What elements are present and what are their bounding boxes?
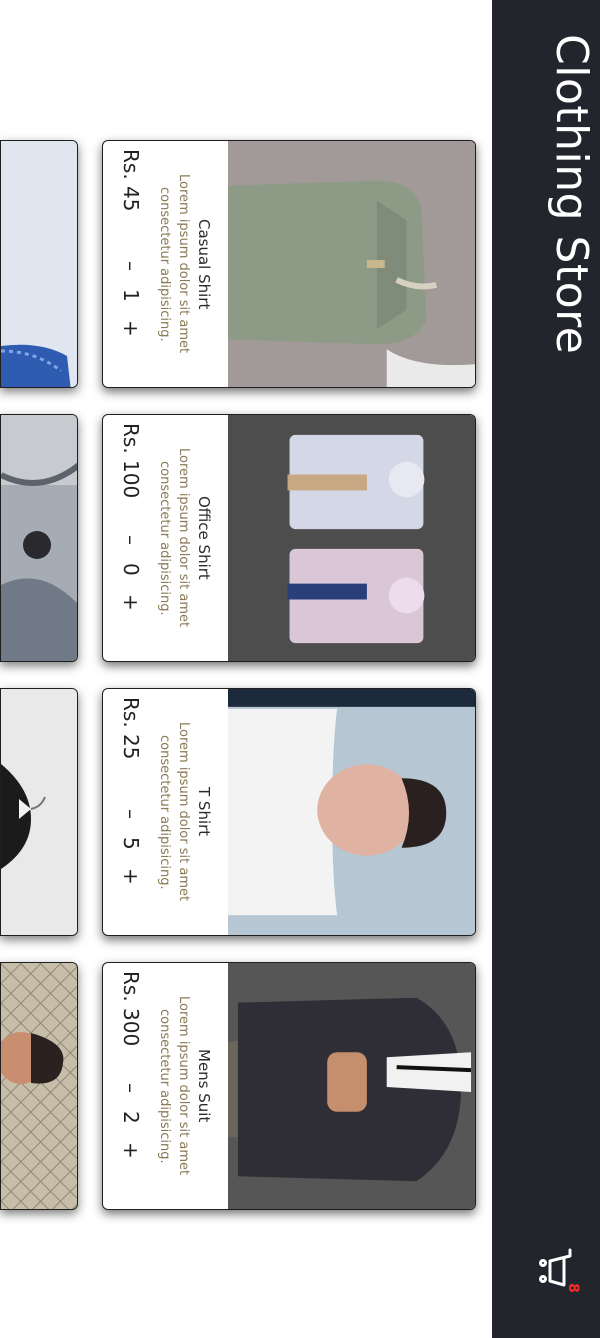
product-name: Mens Suit — [195, 1049, 213, 1123]
product-image-partial — [0, 688, 78, 936]
product-info: T Shirt Lorem ipsum dolor sit amet conse… — [103, 689, 227, 935]
product-card[interactable]: T Shirt Lorem ipsum dolor sit amet conse… — [102, 688, 476, 936]
product-image-partial — [0, 962, 78, 1210]
product-price: Rs. 100 — [119, 423, 143, 499]
product-image-partial — [0, 140, 78, 388]
product-card[interactable]: Casual Shirt Lorem ipsum dolor sit amet … — [102, 140, 476, 388]
casual-shirt-image — [228, 141, 475, 387]
quantity-stepper: – 0 + — [119, 535, 143, 611]
increase-button[interactable]: + — [119, 1142, 143, 1159]
page-title: Clothing Store — [546, 34, 597, 355]
quantity-value: 2 — [119, 1111, 143, 1125]
mens-suit-image — [228, 963, 475, 1209]
product-description: Lorem ipsum dolor sit amet consectetur a… — [157, 996, 191, 1176]
product-price: Rs. 45 — [119, 149, 143, 212]
quantity-value: 1 — [119, 289, 143, 303]
increase-button[interactable]: + — [119, 320, 143, 337]
product-description: Lorem ipsum dolor sit amet consectetur a… — [157, 174, 191, 354]
product-name: T Shirt — [195, 787, 213, 837]
decrease-button[interactable]: – — [119, 261, 143, 271]
increase-button[interactable]: + — [119, 868, 143, 885]
product-card[interactable]: Office Shirt Lorem ipsum dolor sit amet … — [102, 414, 476, 662]
product-name: Office Shirt — [195, 496, 213, 580]
product-info: Mens Suit Lorem ipsum dolor sit amet con… — [103, 963, 227, 1209]
quantity-value: 0 — [119, 563, 143, 577]
product-price: Rs. 300 — [119, 971, 143, 1047]
product-description: Lorem ipsum dolor sit amet consectetur a… — [157, 448, 191, 628]
product-info: Office Shirt Lorem ipsum dolor sit amet … — [103, 415, 227, 661]
t-shirt-image — [228, 689, 475, 935]
cart-count-badge: 8 — [564, 1283, 581, 1293]
shirt-image — [1, 141, 77, 387]
product-info: Casual Shirt Lorem ipsum dolor sit amet … — [103, 141, 227, 387]
accessories-image — [1, 415, 77, 661]
product-name: Casual Shirt — [195, 218, 213, 310]
decrease-button[interactable]: – — [119, 535, 143, 545]
product-image-partial — [0, 414, 78, 662]
decrease-button[interactable]: – — [119, 809, 143, 819]
decrease-button[interactable]: – — [119, 1083, 143, 1093]
quantity-stepper: – 5 + — [119, 809, 143, 885]
increase-button[interactable]: + — [119, 594, 143, 611]
quantity-stepper: – 1 + — [119, 261, 143, 337]
tuxedo-image — [1, 689, 77, 935]
quantity-value: 5 — [119, 837, 143, 851]
office-shirt-image — [228, 415, 475, 661]
man-portrait-image — [1, 963, 77, 1209]
product-description: Lorem ipsum dolor sit amet consectetur a… — [157, 722, 191, 902]
quantity-stepper: – 2 + — [119, 1083, 143, 1159]
product-card[interactable]: Mens Suit Lorem ipsum dolor sit amet con… — [102, 962, 476, 1210]
product-price: Rs. 25 — [119, 697, 143, 760]
